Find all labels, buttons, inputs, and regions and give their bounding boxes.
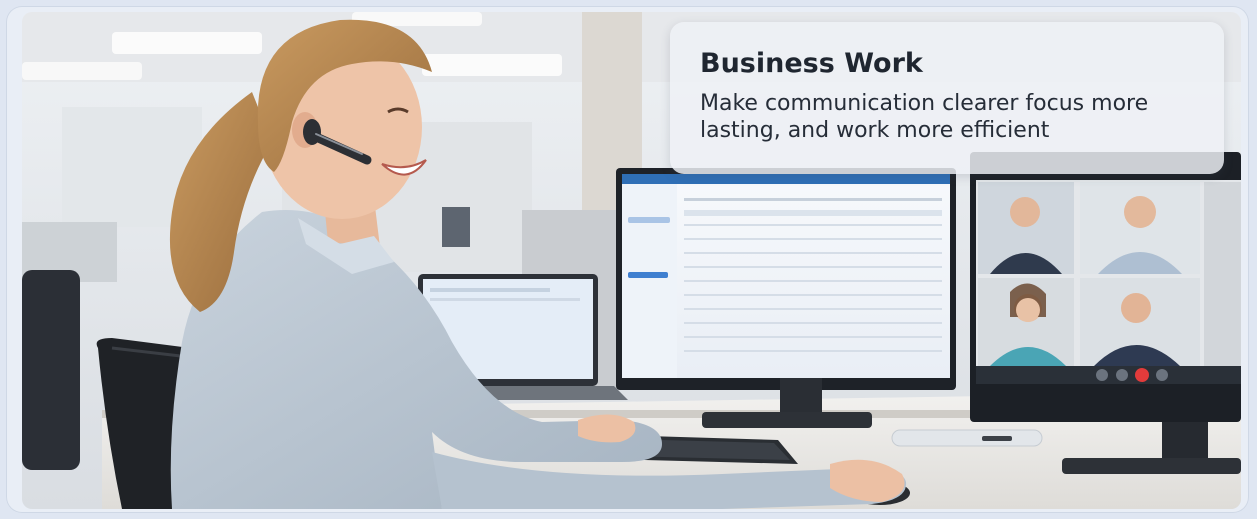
caption-title: Business Work — [700, 48, 923, 79]
main-monitor — [616, 168, 956, 428]
caption-card: Business Work Make communication clearer… — [670, 22, 1224, 174]
caption-subtitle: Make communication clearer focus more la… — [700, 91, 1149, 143]
